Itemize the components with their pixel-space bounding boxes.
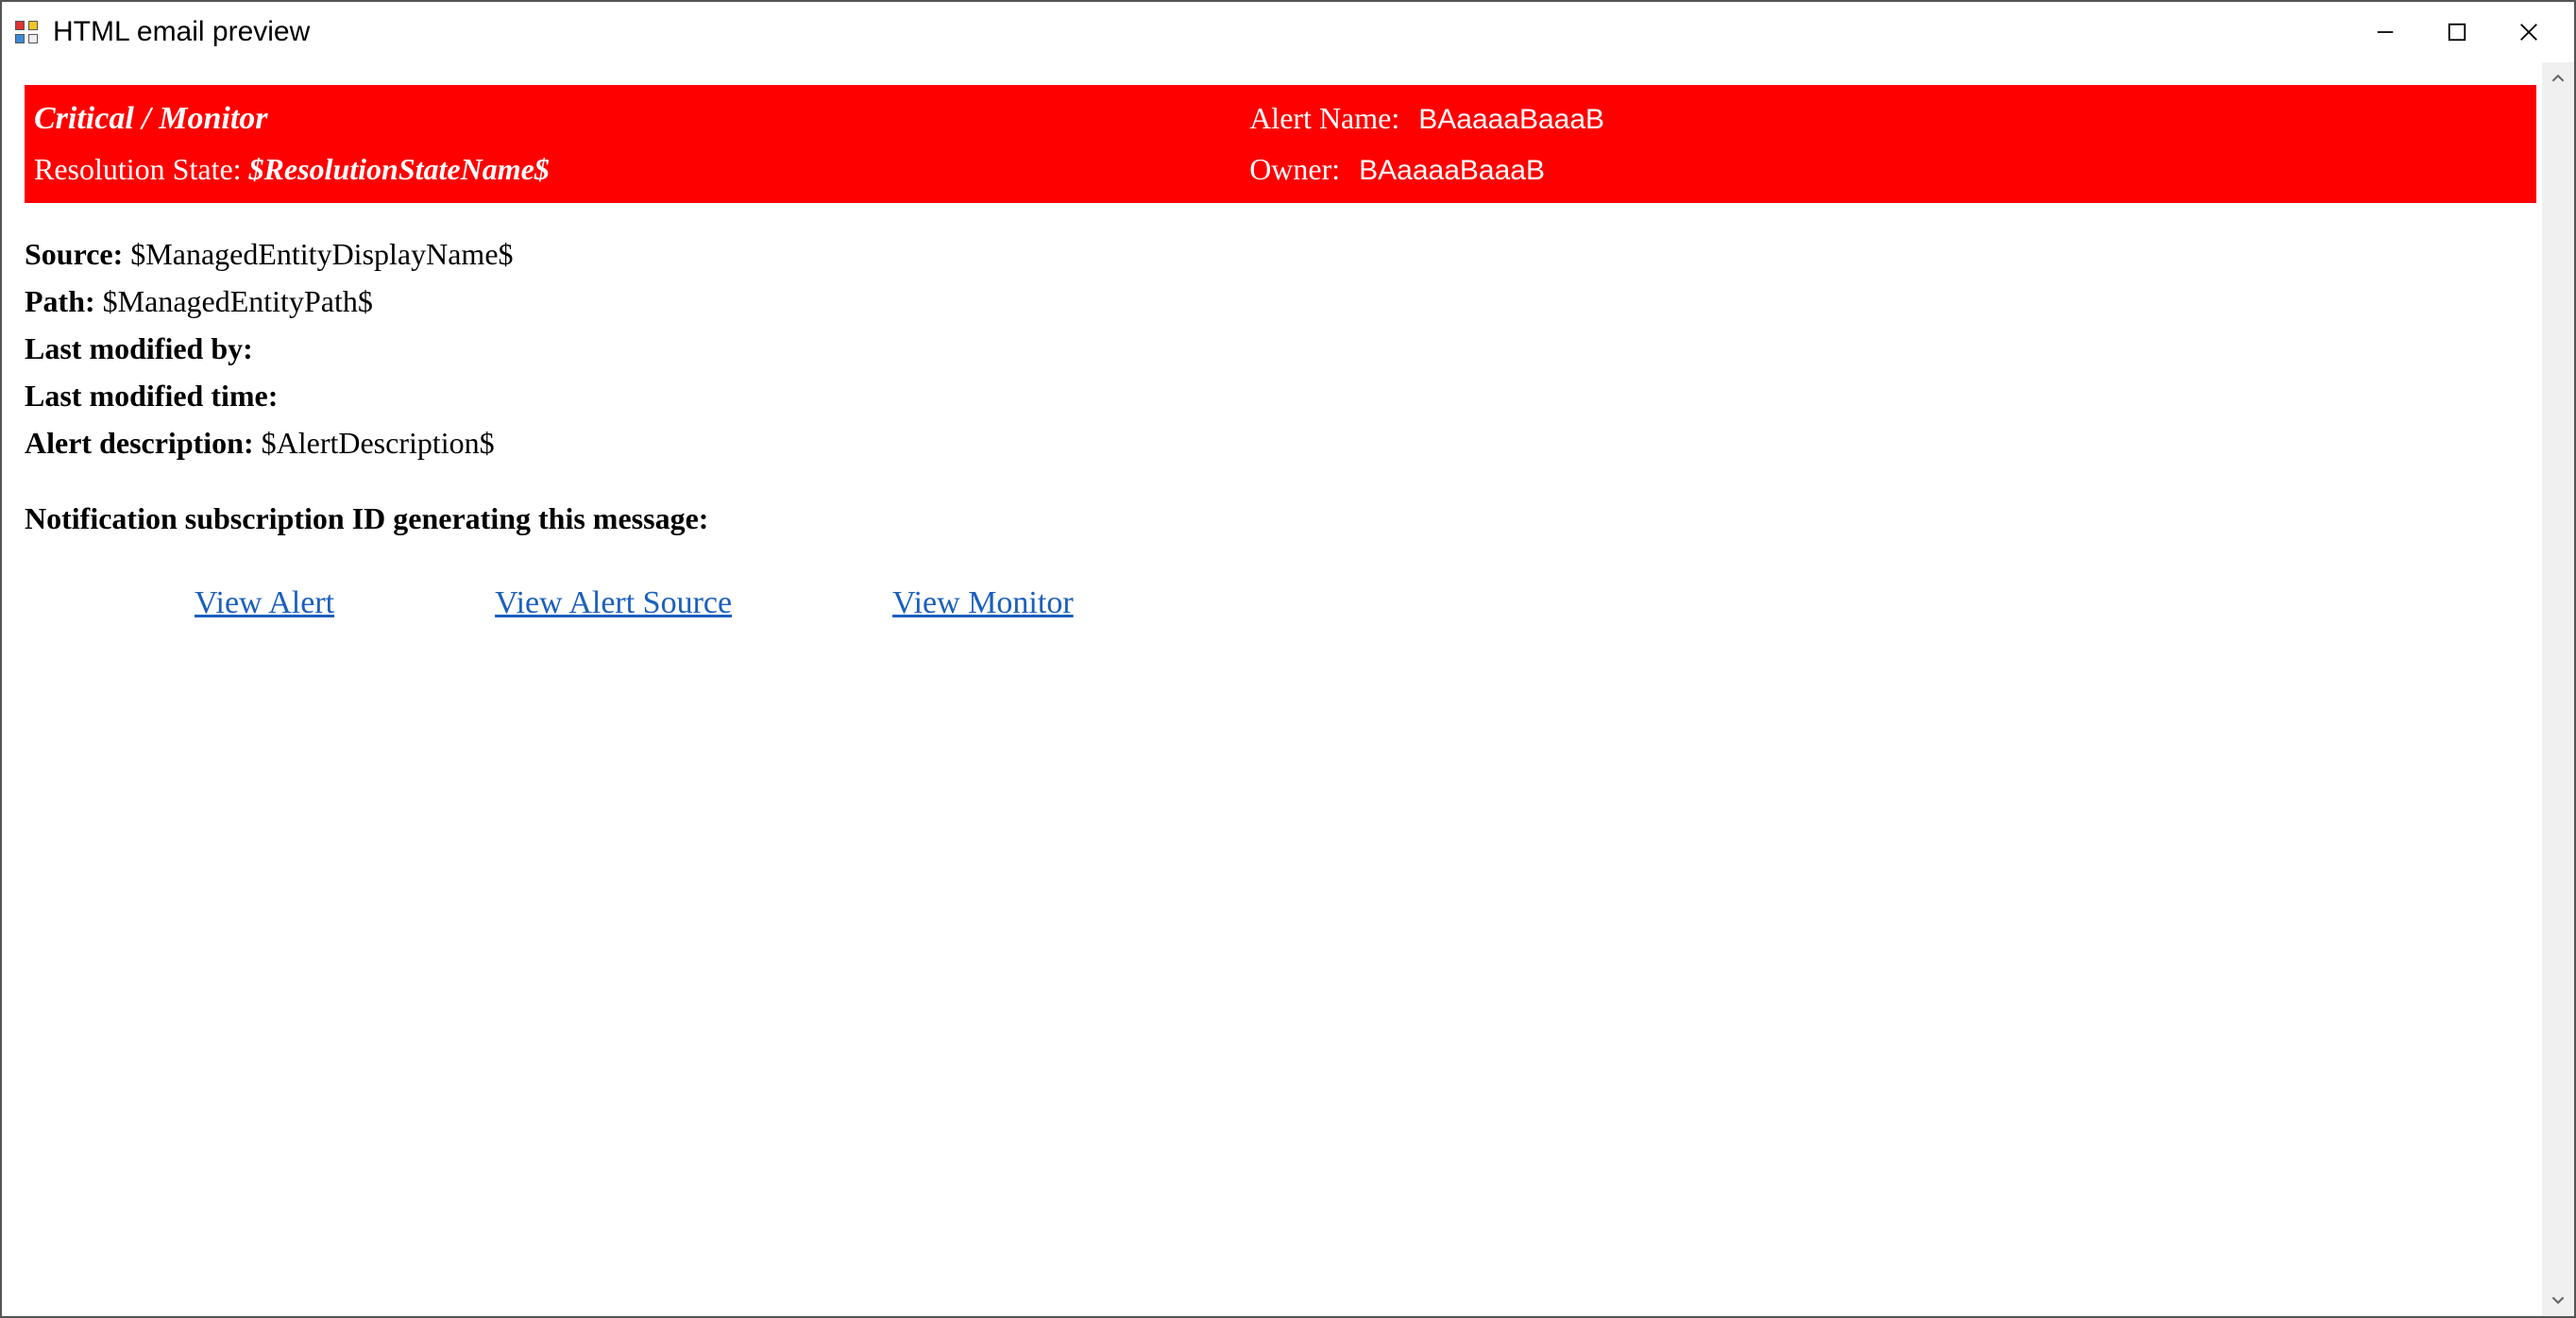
email-preview-body: Critical / Monitor Alert Name: BAaaaaBaa… [2,62,2542,1316]
subscription-id-label: Notification subscription ID generating … [25,501,708,535]
path-label: Path: [25,284,95,318]
window-frame: HTML email preview Critical / Monitor Al… [0,0,2576,1318]
app-icon [15,21,38,43]
path-value: $ManagedEntityPath$ [103,284,373,318]
alert-description-value: $AlertDescription$ [262,426,495,460]
minimize-button[interactable] [2349,2,2421,62]
resolution-state-label: Resolution State: [34,152,242,186]
last-modified-time-label: Last modified time: [25,379,278,413]
alert-details: Source: $ManagedEntityDisplayName$ Path:… [25,231,2536,541]
alert-name-label: Alert Name: [1249,95,1399,141]
view-alert-link[interactable]: View Alert [195,579,334,627]
last-modified-by-label: Last modified by: [25,331,253,365]
action-links: View Alert View Alert Source View Monito… [25,579,2536,627]
detail-subscription-id: Notification subscription ID generating … [25,496,2536,541]
detail-last-modified-time: Last modified time: [25,373,2536,418]
maximize-button[interactable] [2421,2,2493,62]
alert-name-value: BAaaaaBaaaB [1418,98,2527,141]
alert-description-label: Alert description: [25,426,254,460]
detail-last-modified-by: Last modified by: [25,326,2536,371]
resolution-state-value: $ResolutionStateName$ [249,152,550,186]
client-area: Critical / Monitor Alert Name: BAaaaaBaa… [2,62,2574,1316]
severity-source: Critical / Monitor [34,94,1230,143]
window-title: HTML email preview [53,16,310,48]
detail-alert-description: Alert description: $AlertDescription$ [25,420,2536,465]
source-value: $ManagedEntityDisplayName$ [130,237,513,271]
owner-value: BAaaaaBaaaB [1359,149,2527,192]
vertical-scrollbar[interactable] [2542,62,2574,1316]
view-alert-source-link[interactable]: View Alert Source [495,579,732,627]
scrollbar-down-arrow-icon[interactable] [2542,1284,2574,1316]
detail-source: Source: $ManagedEntityDisplayName$ [25,231,2536,277]
detail-path: Path: $ManagedEntityPath$ [25,279,2536,324]
owner-label: Owner: [1249,146,1340,192]
close-button[interactable] [2493,2,2565,62]
scrollbar-up-arrow-icon[interactable] [2542,62,2574,94]
title-bar[interactable]: HTML email preview [2,2,2574,62]
view-monitor-link[interactable]: View Monitor [892,579,1074,627]
source-label: Source: [25,237,123,271]
alert-banner: Critical / Monitor Alert Name: BAaaaaBaa… [25,85,2536,203]
